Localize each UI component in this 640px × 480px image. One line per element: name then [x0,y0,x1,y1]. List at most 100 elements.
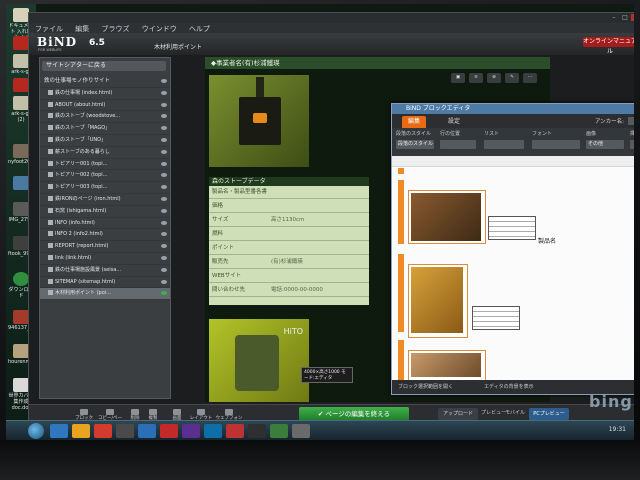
ie-icon[interactable] [50,424,68,438]
spec-value: 高さ1130cm [271,217,305,223]
page-icon [48,266,53,272]
image-select[interactable]: その他 [586,140,624,149]
eye-icon[interactable] [161,291,167,296]
app-icon[interactable] [270,424,288,438]
tree-item[interactable]: 鉄のストーブ「MAGO」 [40,123,170,135]
tree-item[interactable]: 鉄の仕事場施設風景 (seisa... [40,265,170,277]
block-tool-icon[interactable]: ⊕ [487,73,501,83]
upload-button[interactable]: アップロード [438,408,478,420]
eye-icon[interactable] [161,220,167,225]
paragraph-style-select[interactable]: 段落のスタイル [396,140,434,149]
insert-buttons[interactable] [630,140,634,149]
spec-table-thumbnail[interactable] [472,306,520,330]
app-icon[interactable] [292,424,310,438]
tab-edit[interactable]: 編集 [402,116,427,128]
tree-item[interactable]: 石窯 (ishigama.html) [40,206,170,218]
product-name-text[interactable]: 製品名 [538,236,556,245]
eye-icon[interactable] [161,161,167,166]
tree-item[interactable]: 鉄のストーブ「UNO」 [40,135,170,147]
tree-item[interactable]: ABOUT (about.html) [40,100,170,112]
photo-block[interactable] [408,190,486,244]
close-icon[interactable]: × [631,14,634,21]
eye-icon[interactable] [161,208,167,213]
site-tree-panel: サイトシアターに戻る 鉄の仕事場モノ作りサイト 鉄の仕事場 (index.htm… [39,57,171,399]
eye-icon[interactable] [161,126,167,131]
bing-watermark: bing [589,392,633,411]
tree-item[interactable]: トピアリー001 (topi... [40,159,170,171]
mobile-preview-button[interactable]: モバイル [505,409,525,416]
open-block-range-checkbox[interactable]: ブロック選択範囲を開く [398,380,453,394]
photoshop-icon[interactable] [204,424,222,438]
tree-item-selected[interactable]: 木材利用ポイント (poi... [40,288,170,301]
block-tool-icon[interactable]: ▣ [451,73,465,83]
tree-item[interactable]: 鉄の仕事場 (index.html) [40,88,170,100]
eye-icon[interactable] [161,79,167,83]
tree-item[interactable]: 鉄IRONのページ (iron.html) [40,194,170,206]
taskbar-clock[interactable]: 19:31 [609,426,626,433]
eye-icon[interactable] [161,196,167,201]
eye-icon[interactable] [161,232,167,237]
eye-icon[interactable] [161,90,167,95]
photo-block[interactable] [408,264,468,338]
explorer-icon[interactable] [72,424,90,438]
block-tool-icon[interactable]: ⋯ [523,73,537,83]
eye-icon[interactable] [161,255,167,260]
paragraph-style-label: 段落のスタイル [396,131,432,137]
line-position-buttons[interactable] [440,140,476,149]
eye-icon[interactable] [161,173,167,178]
eye-icon[interactable] [161,279,167,284]
tree-item[interactable]: INFO 2 (info2.html) [40,229,170,242]
block-editor-toolbar: 段落のスタイル 段落のスタイル 行の位置 リスト フォント 画像 その他 挿入 [392,128,634,156]
photo-block[interactable] [408,350,486,382]
font-buttons[interactable] [532,140,580,149]
line-position-label: 行の位置 [440,131,461,137]
tree-item[interactable]: トピアリー002 (topi... [40,170,170,183]
acrobat-icon[interactable] [160,424,178,438]
pc-preview-button[interactable]: PCプレビュー [529,408,569,420]
tree-item[interactable]: INFO (info.html) [40,218,170,230]
eye-icon[interactable] [161,149,167,154]
eye-icon[interactable] [161,267,167,272]
page-icon [48,125,53,131]
stove-photo-2: HiTO [209,319,309,402]
eye-icon[interactable] [161,185,167,190]
preview-button[interactable]: プレビュー [481,409,506,416]
block-tool-icon[interactable]: ✎ [505,73,519,83]
eye-icon[interactable] [161,244,167,249]
app-icon[interactable] [138,424,156,438]
maximize-icon[interactable]: □ [620,14,630,21]
tree-item[interactable]: 鉄のストーブ (woodstove... [40,111,170,124]
eye-icon[interactable] [161,102,167,107]
block-tool-icon[interactable]: ≡ [469,73,483,83]
finish-editing-button[interactable]: ✔ ページの編集を終える [299,407,409,421]
app-icon[interactable] [226,424,244,438]
tree-item-label: 鉄の仕事場モノ作りサイト [44,78,111,84]
spec-title: 森のストーブデータ [209,177,369,186]
tree-item[interactable]: link (link.html) [40,253,170,265]
tab-settings[interactable]: 設定 [442,116,466,128]
eye-icon[interactable] [161,114,167,119]
tree-item[interactable]: トピアリー003 (topi... [40,182,170,194]
bind-logo: BiND [37,35,78,49]
show-editor-background-checkbox[interactable]: エディタの背景を表示 [484,380,534,394]
chrome-icon[interactable] [94,424,112,438]
list-buttons[interactable] [484,140,524,149]
page-icon [48,136,53,142]
anchor-name-input[interactable] [628,117,634,125]
eye-icon[interactable] [161,137,167,142]
online-manual-button[interactable]: オンラインマニュアル [583,37,634,55]
tree-item[interactable]: 薪ストーブのある暮らし [40,147,170,159]
tree-item[interactable]: REPORT (report.html) [40,241,170,253]
app-icon[interactable] [182,424,200,438]
spec-table-thumbnail[interactable] [488,216,536,240]
minimize-icon[interactable]: – [609,14,619,21]
app-icon[interactable] [248,424,266,438]
block-editor-canvas[interactable]: 製品名 [392,156,634,382]
copy-icon [106,409,114,415]
tree-item[interactable]: SITEMAP (sitemap.html) [40,277,170,289]
page-icon [48,195,53,201]
app-icon[interactable] [116,424,134,438]
tree-item[interactable]: 鉄の仕事場モノ作りサイト [40,76,170,88]
back-to-site-theater-button[interactable]: サイトシアターに戻る [42,61,166,71]
start-button[interactable] [28,423,44,439]
